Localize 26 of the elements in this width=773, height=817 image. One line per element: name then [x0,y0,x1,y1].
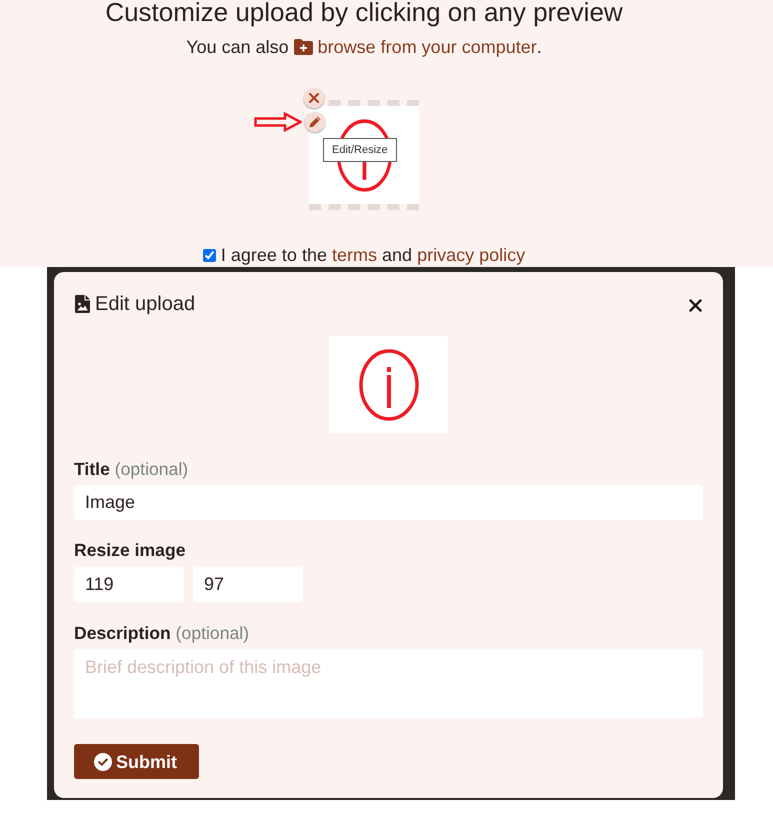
browse-instruction: You can also browse from your computer. [186,37,542,57]
agreement-text: I agree to the terms and privacy policy [220,245,526,265]
modal-title: Edit upload [95,292,196,317]
pointer-arrow-icon [254,112,302,132]
size-input[interactable]: 119 [74,567,184,602]
title-input[interactable]: Image [74,485,703,520]
agreement-link[interactable]: terms [332,245,377,265]
size-input[interactable]: 97 [193,567,303,602]
field-label: Resize image [74,540,186,560]
field-label: Description (optional) [74,623,250,643]
submit-button[interactable]: Submit [74,744,199,779]
tooltip: Edit/Resize [323,138,397,162]
agree-checkbox[interactable] [202,248,216,262]
image-file-icon [75,295,90,313]
close-icon [309,93,319,103]
browse-link[interactable]: browse from your computer [294,37,537,57]
remove-button[interactable] [304,88,324,108]
agreement-link[interactable]: privacy policy [417,245,526,265]
close-icon [688,298,702,312]
description-field[interactable]: Brief description of this image [74,649,703,718]
check-circle-icon [94,752,112,770]
pencil-icon [309,116,321,128]
folder-plus-icon [294,39,313,55]
edit-button[interactable] [305,112,325,132]
page-heading: Customize upload by clicking on any preview [105,0,623,25]
field-label: Title (optional) [74,459,188,479]
